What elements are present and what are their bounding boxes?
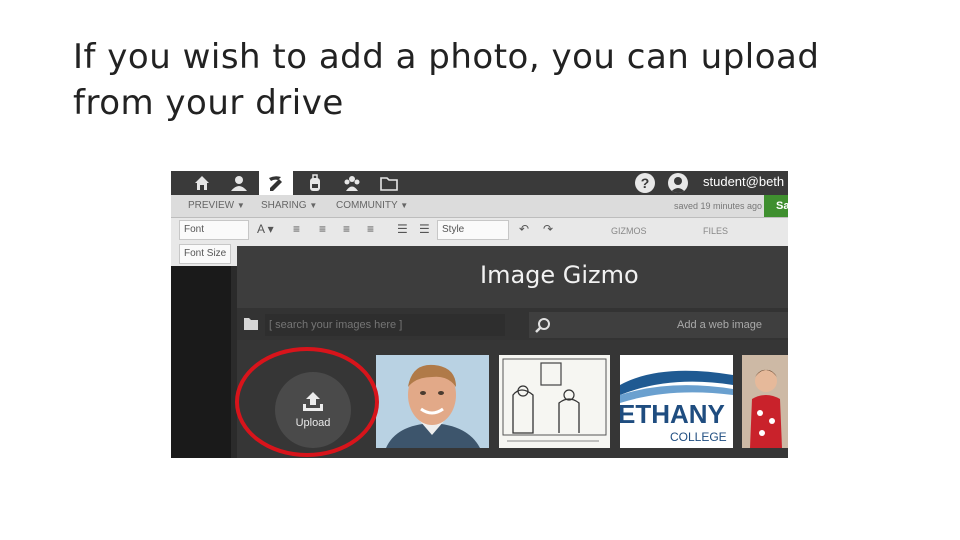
slide-title: If you wish to add a photo, you can uplo… [73, 37, 820, 123]
gizmos-button[interactable]: GIZMOS [611, 226, 647, 236]
style-select[interactable]: Style [437, 220, 509, 240]
user-icon[interactable] [228, 173, 250, 193]
search-row: Add a web image [237, 308, 788, 340]
font-size-select[interactable]: Font Size [179, 244, 231, 264]
logo-subtext: COLLEGE [670, 430, 727, 444]
font-select[interactable]: Font [179, 220, 249, 240]
edit-icon[interactable] [259, 171, 293, 195]
save-button[interactable]: Sa [764, 195, 788, 217]
folder-nav-icon[interactable] [378, 173, 400, 193]
web-image-label: Add a web image [677, 319, 762, 331]
justify-icon[interactable]: ≡ [367, 222, 374, 236]
backpack-icon[interactable] [304, 173, 326, 193]
thumbnail-child[interactable] [742, 355, 788, 448]
bullet-list-icon[interactable]: ☰ [397, 222, 408, 236]
web-image-search[interactable]: Add a web image [529, 312, 788, 338]
top-nav: ? student@beth [171, 171, 788, 195]
modal-title: Image Gizmo [480, 261, 639, 289]
menu-community[interactable]: COMMUNITY ▼ [336, 200, 408, 211]
search-input[interactable] [265, 314, 505, 336]
text-color-icon[interactable]: A ▾ [257, 222, 274, 236]
home-icon[interactable] [191, 173, 213, 193]
thumbnail-portrait[interactable] [376, 355, 489, 448]
thumbnail-cartoon[interactable] [499, 355, 610, 448]
align-center-icon[interactable]: ≡ [319, 222, 326, 236]
menu-preview[interactable]: PREVIEW ▼ [188, 200, 245, 211]
group-icon[interactable] [341, 173, 363, 193]
child-photo [742, 355, 788, 448]
align-right-icon[interactable]: ≡ [343, 222, 350, 236]
menu-sharing[interactable]: SHARING ▼ [261, 200, 317, 211]
folder-icon[interactable] [243, 317, 259, 331]
align-left-icon[interactable]: ≡ [293, 222, 300, 236]
cartoon-drawing [499, 355, 610, 448]
logo-text: ETHANY [620, 399, 725, 429]
files-button[interactable]: FILES [703, 226, 728, 236]
numbered-list-icon[interactable]: ☰ [419, 222, 430, 236]
modal-header: Image Gizmo [237, 246, 788, 308]
bethany-college-logo: ETHANY COLLEGE [620, 355, 733, 448]
avatar[interactable] [668, 173, 688, 193]
undo-icon[interactable]: ↶ [519, 222, 529, 236]
thumbnail-college-logo[interactable]: ETHANY COLLEGE [620, 355, 733, 448]
saved-status: saved 19 minutes ago [674, 201, 763, 211]
redo-icon[interactable]: ↷ [543, 222, 553, 236]
help-icon[interactable]: ? [635, 173, 655, 193]
editor-canvas [171, 266, 231, 458]
upload-highlight-ring [235, 347, 379, 457]
search-icon[interactable] [535, 317, 551, 333]
user-email[interactable]: student@beth [703, 174, 784, 189]
app-screenshot: ? student@beth PREVIEW ▼ SHARING ▼ COMMU… [171, 171, 788, 458]
portrait-photo [376, 355, 489, 448]
menu-bar: PREVIEW ▼ SHARING ▼ COMMUNITY ▼ saved 19… [171, 195, 788, 218]
